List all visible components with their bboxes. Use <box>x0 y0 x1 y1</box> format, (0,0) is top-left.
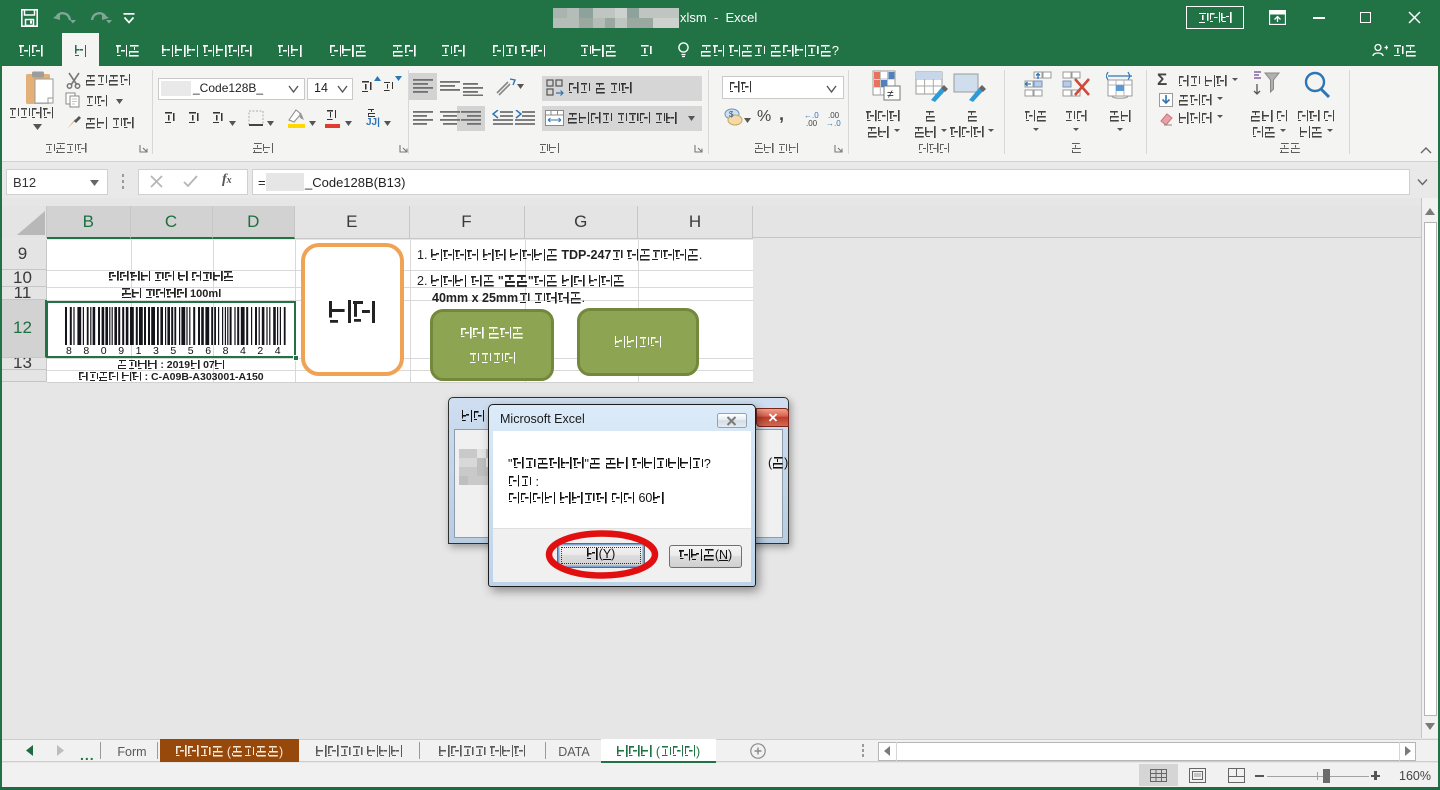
svg-text:→.0: →.0 <box>826 119 841 127</box>
svg-text:≠: ≠ <box>887 87 894 101</box>
svg-text:.00: .00 <box>806 119 818 127</box>
svg-text:$: $ <box>729 110 734 119</box>
